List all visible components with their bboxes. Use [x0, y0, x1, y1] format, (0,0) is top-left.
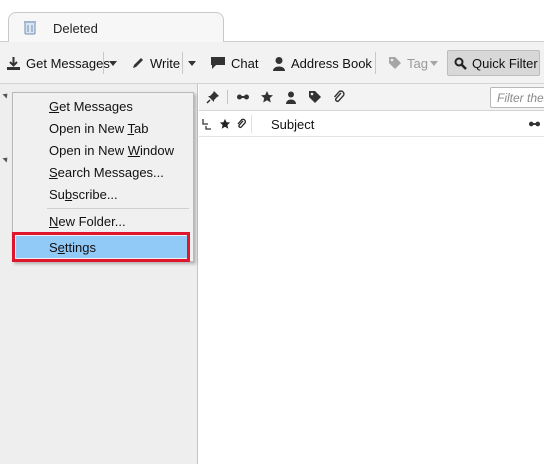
tag-icon — [389, 57, 401, 69]
write-button[interactable]: Write — [131, 50, 180, 76]
quick-filter-button[interactable]: Quick Filter — [447, 50, 540, 76]
menu-item-new-folder[interactable]: New Folder... — [49, 214, 126, 229]
menu-item-open-new-window[interactable]: Open in New Window — [49, 143, 174, 158]
menu-item-search-messages[interactable]: Search Messages... — [49, 165, 164, 180]
thread-icon[interactable] — [236, 90, 250, 104]
subject-column-header[interactable]: Subject — [271, 117, 314, 132]
chat-label: Chat — [231, 55, 259, 71]
pin-icon[interactable] — [206, 90, 220, 104]
message-list-header: Subject — [199, 112, 544, 137]
thread-icon[interactable] — [528, 120, 541, 128]
tab-deleted[interactable]: Deleted — [8, 12, 224, 43]
tag-icon[interactable] — [308, 90, 322, 104]
menu-separator — [47, 208, 189, 209]
address-book-label: Address Book — [291, 55, 372, 71]
toolbar-divider — [375, 52, 376, 74]
menu-item-open-new-tab[interactable]: Open in New Tab — [49, 121, 149, 136]
chevron-down-icon[interactable] — [430, 61, 438, 66]
column-divider — [251, 115, 252, 133]
toolbar-divider — [182, 52, 183, 74]
toolbar-divider — [103, 52, 104, 74]
twisty-icon[interactable] — [2, 91, 10, 99]
download-icon — [7, 56, 20, 70]
star-icon[interactable] — [219, 118, 231, 130]
quick-filter-label: Quick Filter — [472, 55, 538, 71]
thread-column-icon[interactable] — [202, 118, 212, 130]
menu-item-get-messages[interactable]: Get Messages — [49, 99, 133, 114]
paperclip-icon[interactable] — [236, 118, 247, 130]
settings-annotation-box — [12, 232, 190, 262]
tag-label: Tag — [407, 55, 428, 71]
filter-divider — [227, 90, 228, 104]
menu-item-subscribe[interactable]: Subscribe... — [49, 187, 118, 202]
tab-title: Deleted — [53, 21, 98, 36]
chat-button[interactable]: Chat — [210, 50, 258, 76]
star-icon[interactable] — [260, 90, 274, 104]
write-label: Write — [150, 55, 181, 71]
address-book-button[interactable]: Address Book — [272, 50, 372, 76]
tab-bar: Deleted — [0, 0, 544, 43]
search-icon — [454, 57, 467, 70]
chevron-down-icon[interactable] — [188, 61, 196, 66]
person-icon — [273, 56, 285, 71]
paperclip-icon[interactable] — [332, 90, 346, 104]
main-toolbar: Get Messages Write Chat Address Book Tag — [0, 42, 544, 84]
twisty-icon[interactable] — [2, 155, 10, 163]
tag-button[interactable]: Tag — [388, 50, 428, 76]
get-messages-button[interactable]: Get Messages — [6, 50, 110, 76]
trash-icon — [24, 21, 36, 35]
pencil-icon — [133, 58, 143, 68]
filter-messages-input[interactable]: Filter thes — [490, 87, 544, 108]
chevron-down-icon[interactable] — [109, 61, 117, 66]
person-icon[interactable] — [284, 90, 298, 104]
get-messages-label: Get Messages — [26, 55, 110, 71]
chat-icon — [211, 57, 225, 69]
